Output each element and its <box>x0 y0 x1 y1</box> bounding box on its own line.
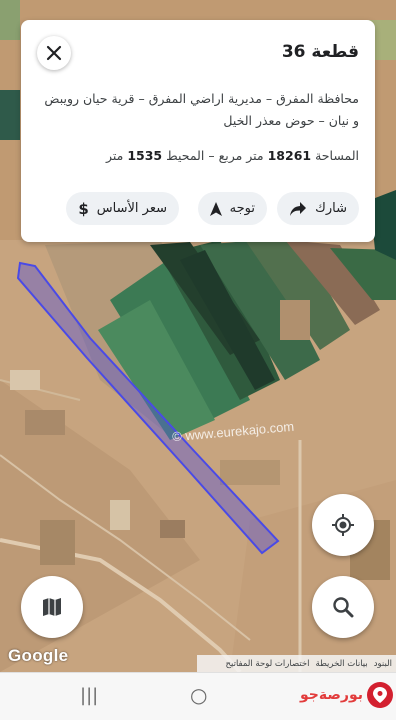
map-layers-button[interactable] <box>21 576 83 638</box>
keyboard-shortcuts-link[interactable]: اختصارات لوحة المفاتيح <box>226 659 310 669</box>
perimeter-unit: متر <box>105 148 124 163</box>
terms-link[interactable]: البنود <box>374 659 392 669</box>
area-label: المساحة <box>315 148 359 163</box>
direction-label: توجه <box>229 201 255 216</box>
map-search-button[interactable] <box>312 576 374 638</box>
system-nav-bar: ||| ○ بورصةجو <box>0 672 396 720</box>
close-icon <box>46 45 62 61</box>
parcel-address: محافظة المفرق – مديرية اراضي المفرق – قر… <box>44 91 359 128</box>
map-attribution: البنود بيانات الخريطة اختصارات لوحة المف… <box>197 655 396 672</box>
base-price-label: سعر الأساس <box>96 201 167 216</box>
home-button[interactable]: ○ <box>190 683 207 707</box>
brand-pin-icon <box>366 682 393 708</box>
brand-logo[interactable]: بورصةجو <box>300 682 393 708</box>
google-logo: Google <box>8 646 69 665</box>
parcel-info-card: قطعة 36 محافظة المفرق – مديرية اراضي الم… <box>21 20 375 242</box>
dollar-icon: $ <box>78 199 89 218</box>
search-icon <box>333 597 354 618</box>
brand-text: بورصةجو <box>300 687 363 703</box>
my-location-icon <box>332 514 354 536</box>
close-button[interactable] <box>37 36 71 70</box>
area-unit: متر مربع <box>218 148 264 163</box>
share-label: شارك <box>315 201 347 216</box>
map-data-link[interactable]: بيانات الخريطة <box>316 659 368 669</box>
share-button[interactable]: شارك <box>277 192 359 225</box>
area-value: 18261 <box>267 148 312 163</box>
base-price-button[interactable]: سعر الأساس $ <box>66 192 179 225</box>
share-arrow-icon <box>290 201 307 216</box>
navigation-arrow-icon <box>209 201 222 216</box>
direction-button[interactable]: توجه <box>197 192 267 225</box>
perimeter-label: المحيط <box>166 148 205 163</box>
parcel-title: قطعة 36 <box>281 42 359 62</box>
map-layers-icon <box>43 598 61 616</box>
perimeter-value: 1535 <box>127 148 163 163</box>
recent-apps-button[interactable]: ||| <box>80 685 98 706</box>
parcel-area-line: المساحة 18261 متر مربع – المحيط 1535 متر <box>105 148 359 163</box>
my-location-button[interactable] <box>312 494 374 556</box>
